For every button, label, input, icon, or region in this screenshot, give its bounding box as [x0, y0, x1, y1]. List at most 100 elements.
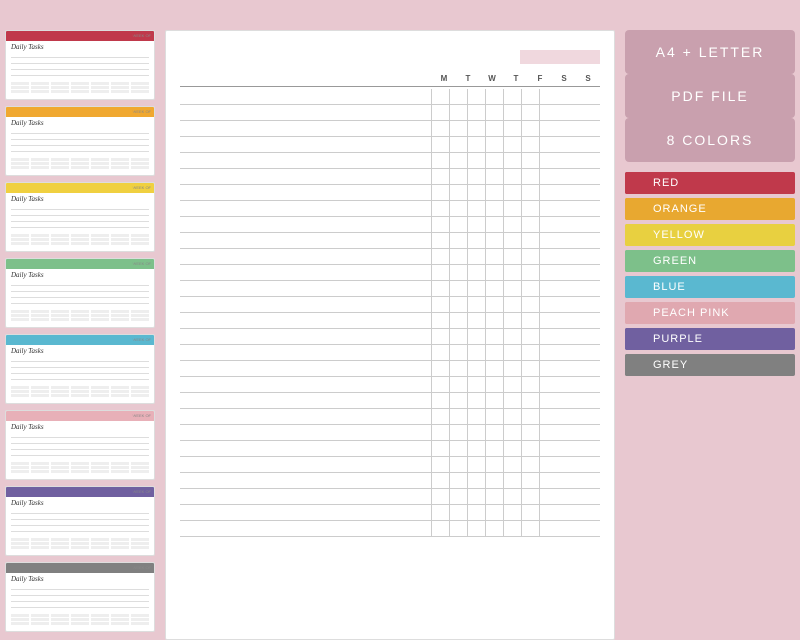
- row-cell: [522, 169, 540, 184]
- row-day-cells: [432, 409, 600, 424]
- row-cell: [432, 249, 450, 264]
- row-task-cell: [180, 281, 432, 296]
- row-cell: [522, 233, 540, 248]
- row-task-cell: [180, 473, 432, 488]
- table-row: [180, 409, 600, 425]
- color-label: BLUE: [645, 281, 795, 293]
- row-cell: [450, 377, 468, 392]
- row-cell: [486, 169, 504, 184]
- row-cell: [504, 153, 522, 168]
- row-cell: [468, 297, 486, 312]
- colors-section: RED ORANGE YELLOW GREEN BLUE PEACH PINK …: [625, 172, 795, 376]
- row-cell: [468, 345, 486, 360]
- row-cell: [486, 89, 504, 104]
- row-cell: [450, 105, 468, 120]
- row-cell: [522, 473, 540, 488]
- row-cell: [450, 169, 468, 184]
- row-cell: [486, 377, 504, 392]
- row-cell: [540, 153, 558, 168]
- row-cell: [486, 281, 504, 296]
- table-row: [180, 121, 600, 137]
- row-cell: [540, 281, 558, 296]
- table-row: [180, 169, 600, 185]
- row-cell: [486, 249, 504, 264]
- row-task-cell: [180, 313, 432, 328]
- row-cell: [432, 105, 450, 120]
- row-cell: [504, 329, 522, 344]
- row-cell: [540, 505, 558, 520]
- day-header-W: W: [483, 74, 501, 83]
- color-label: ORANGE: [645, 203, 795, 215]
- color-label: PEACH PINK: [645, 307, 795, 319]
- row-cell: [522, 345, 540, 360]
- row-cell: [486, 105, 504, 120]
- row-cell: [432, 121, 450, 136]
- row-cell: [486, 345, 504, 360]
- row-cell: [486, 361, 504, 376]
- row-cell: [450, 153, 468, 168]
- row-cell: [522, 361, 540, 376]
- row-day-cells: [432, 249, 600, 264]
- row-cell: [486, 425, 504, 440]
- table-row: [180, 105, 600, 121]
- row-cell: [432, 137, 450, 152]
- row-task-cell: [180, 409, 432, 424]
- row-cell: [486, 329, 504, 344]
- row-day-cells: [432, 169, 600, 184]
- thumbnail-3: Daily Tasks WEEK OF: [5, 258, 155, 328]
- row-cell: [522, 425, 540, 440]
- row-day-cells: [432, 313, 600, 328]
- row-cell: [450, 249, 468, 264]
- table-row: [180, 265, 600, 281]
- row-task-cell: [180, 89, 432, 104]
- row-cell: [450, 137, 468, 152]
- row-day-cells: [432, 153, 600, 168]
- row-cell: [432, 521, 450, 536]
- day-header-S: S: [579, 74, 597, 83]
- row-cell: [486, 409, 504, 424]
- row-cell: [540, 521, 558, 536]
- row-cell: [504, 457, 522, 472]
- row-cell: [540, 185, 558, 200]
- row-cell: [504, 297, 522, 312]
- row-cell: [468, 265, 486, 280]
- row-cell: [522, 217, 540, 232]
- row-cell: [486, 153, 504, 168]
- row-cell: [432, 377, 450, 392]
- row-cell: [504, 121, 522, 136]
- row-cell: [468, 105, 486, 120]
- row-cell: [450, 489, 468, 504]
- table-row: [180, 361, 600, 377]
- row-cell: [540, 441, 558, 456]
- table-row: [180, 201, 600, 217]
- row-cell: [468, 489, 486, 504]
- row-cell: [432, 457, 450, 472]
- color-swatch: [625, 302, 645, 324]
- row-cell: [468, 121, 486, 136]
- color-item-orange: ORANGE: [625, 198, 795, 220]
- row-task-cell: [180, 185, 432, 200]
- row-cell: [468, 393, 486, 408]
- row-cell: [432, 201, 450, 216]
- row-day-cells: [432, 425, 600, 440]
- row-task-cell: [180, 265, 432, 280]
- row-day-cells: [432, 361, 600, 376]
- row-cell: [468, 169, 486, 184]
- day-header-T: T: [507, 74, 525, 83]
- row-cell: [504, 345, 522, 360]
- row-task-cell: [180, 457, 432, 472]
- week-of-line: [520, 50, 600, 64]
- row-task-cell: [180, 393, 432, 408]
- color-swatch: [625, 276, 645, 298]
- row-task-cell: [180, 377, 432, 392]
- row-task-cell: [180, 489, 432, 504]
- row-cell: [468, 505, 486, 520]
- table-row: [180, 137, 600, 153]
- row-cell: [468, 281, 486, 296]
- table-row: [180, 297, 600, 313]
- row-cell: [432, 505, 450, 520]
- row-cell: [540, 265, 558, 280]
- row-cell: [450, 313, 468, 328]
- row-cell: [468, 233, 486, 248]
- row-cell: [540, 201, 558, 216]
